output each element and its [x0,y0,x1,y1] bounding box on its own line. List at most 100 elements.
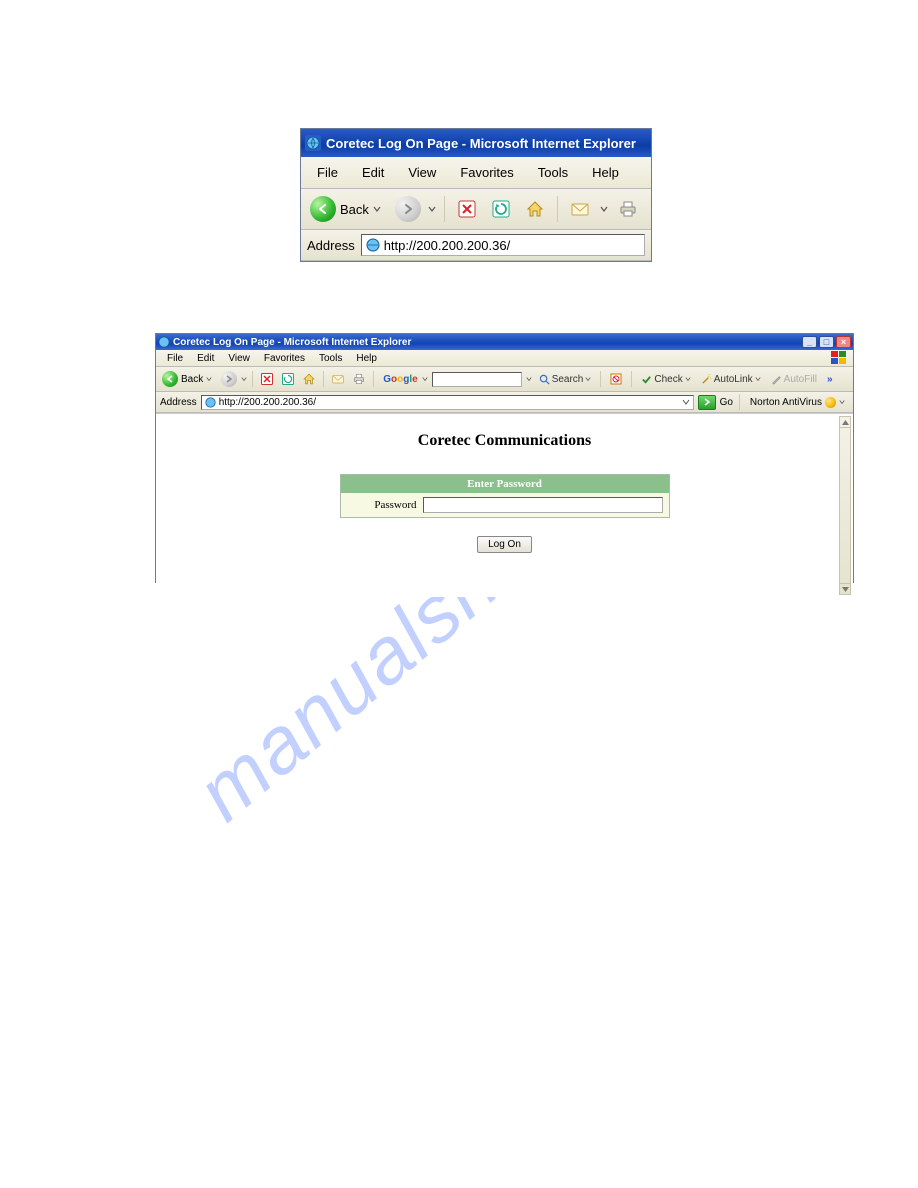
chevron-down-icon [755,376,761,382]
mail-button[interactable] [566,195,594,223]
password-label: Password [347,499,417,511]
back-label: Back [181,374,203,385]
check-button[interactable]: Check [638,374,693,385]
stop-button[interactable] [258,370,276,388]
google-search-input[interactable] [432,372,522,387]
address-url: http://200.200.200.36/ [219,397,316,408]
toolbar-separator [739,394,740,410]
scrollbar[interactable] [839,416,851,595]
refresh-button[interactable] [279,370,297,388]
ie-window-zoomed: Coretec Log On Page - Microsoft Internet… [300,128,652,262]
google-search-button[interactable]: Search [536,374,595,385]
check-icon [641,374,652,385]
print-button[interactable] [614,195,642,223]
popup-blocker-button[interactable] [607,370,625,388]
toolbar-separator [373,371,374,387]
menu-edit[interactable]: Edit [352,163,394,182]
search-icon [539,374,550,385]
address-bar: Address http://200.200.200.36/ [301,230,651,261]
menu-favorites[interactable]: Favorites [257,352,312,365]
stop-icon [458,200,476,218]
refresh-icon [492,200,510,218]
ie-icon [158,336,170,348]
print-icon [352,373,366,385]
window-titlebar: Coretec Log On Page - Microsoft Internet… [156,334,853,350]
menu-edit[interactable]: Edit [190,352,221,365]
mail-button[interactable] [329,370,347,388]
menu-view[interactable]: View [398,163,446,182]
menu-help[interactable]: Help [582,163,629,182]
autofill-label: AutoFill [784,374,817,385]
toolbar-separator [323,371,324,387]
wand-icon [701,374,712,385]
address-label: Address [307,238,355,253]
refresh-button[interactable] [487,195,515,223]
ie-page-icon [205,397,216,408]
back-button[interactable]: Back [160,369,217,389]
menu-bar: File Edit View Favorites Tools Help [301,157,651,189]
menu-file[interactable]: File [160,352,190,365]
window-title: Coretec Log On Page - Microsoft Internet… [173,337,411,348]
maximize-button[interactable]: □ [819,336,834,348]
norton-toolbar[interactable]: Norton AntiVirus [746,397,849,408]
print-button[interactable] [350,370,368,388]
menu-tools[interactable]: Tools [528,163,578,182]
home-button[interactable] [521,195,549,223]
chevron-down-icon [685,376,691,382]
stop-button[interactable] [453,195,481,223]
home-icon [302,372,316,386]
scroll-down-button[interactable] [840,583,850,594]
window-title: Coretec Log On Page - Microsoft Internet… [326,136,636,151]
home-button[interactable] [300,370,318,388]
home-icon [525,199,545,219]
menu-tools[interactable]: Tools [312,352,349,365]
toolbar-separator [557,196,558,222]
go-label: Go [720,397,733,408]
toolbar-separator [252,371,253,387]
address-input[interactable]: http://200.200.200.36/ [201,395,694,410]
password-row: Password [341,493,669,517]
forward-button[interactable] [220,370,238,388]
chevron-down-icon [526,376,532,382]
google-toolbar: Google Search Check AutoLink [383,370,835,388]
ie-icon [305,135,321,151]
toolbar-overflow-button[interactable]: » [824,374,836,385]
menu-favorites[interactable]: Favorites [450,163,523,182]
page-title: Coretec Communications [418,432,591,450]
forward-button[interactable] [394,195,422,223]
windows-flag-icon [829,351,849,365]
password-input[interactable] [423,497,663,513]
back-arrow-icon [162,371,178,387]
stop-icon [261,373,273,385]
norton-icon [825,397,836,408]
autolink-label: AutoLink [714,374,753,385]
chevron-down-icon [839,399,845,405]
address-input[interactable]: http://200.200.200.36/ [361,234,645,256]
login-form: Enter Password Password [340,474,670,518]
back-arrow-icon [310,196,336,222]
minimize-button[interactable]: _ [802,336,817,348]
window-titlebar: Coretec Log On Page - Microsoft Internet… [301,129,651,157]
address-bar: Address http://200.200.200.36/ Go Norton… [156,392,853,413]
forward-arrow-icon [395,196,421,222]
chevron-down-icon [600,205,608,213]
menu-help[interactable]: Help [349,352,384,365]
chevron-down-icon [373,205,381,213]
chevron-down-icon [241,376,247,382]
autofill-button[interactable]: AutoFill [768,374,820,385]
autolink-button[interactable]: AutoLink [698,374,764,385]
go-button[interactable] [698,395,716,410]
chevron-down-icon [206,376,212,382]
forward-arrow-icon [221,371,237,387]
ie-window-full: Coretec Log On Page - Microsoft Internet… [155,333,854,583]
toolbar-separator [444,196,445,222]
go-arrow-icon [703,398,711,406]
login-form-header: Enter Password [341,475,669,493]
menu-view[interactable]: View [221,352,257,365]
close-button[interactable]: × [836,336,851,348]
back-button[interactable]: Back [307,193,388,225]
menu-file[interactable]: File [307,163,348,182]
logon-button[interactable]: Log On [477,536,532,553]
scroll-up-button[interactable] [840,417,850,428]
google-search-label: Search [552,374,584,385]
